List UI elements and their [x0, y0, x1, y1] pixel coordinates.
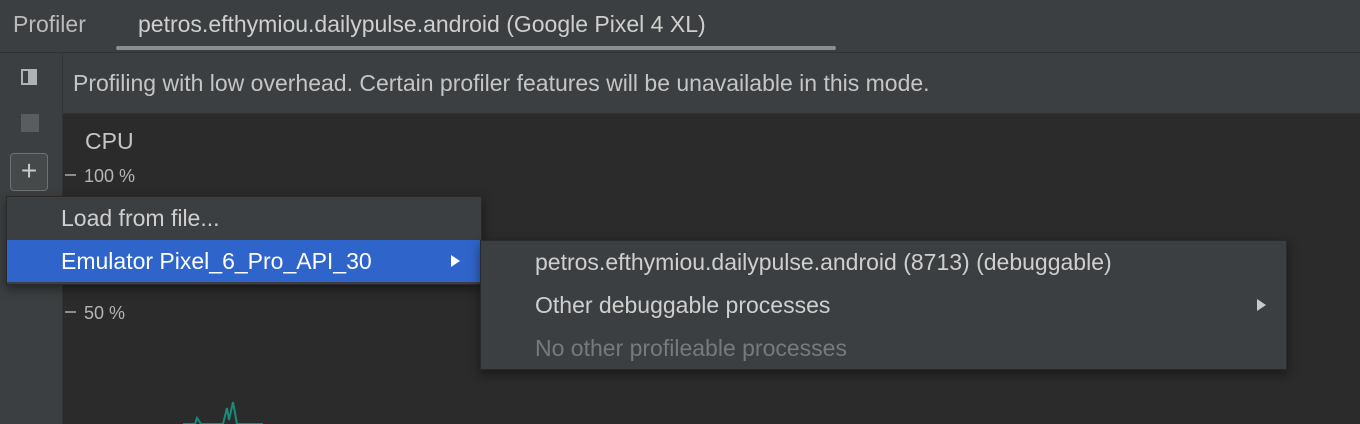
submenu-item-label: petros.efthymiou.dailypulse.android (871… [535, 249, 1112, 275]
start-new-session-button[interactable]: + [10, 153, 48, 191]
session-tab[interactable]: petros.efthymiou.dailypulse.android (Goo… [116, 0, 836, 50]
stop-session-button[interactable] [14, 107, 46, 139]
menu-item-label: Emulator Pixel_6_Pro_API_30 [61, 248, 372, 274]
menu-item-label: Load from file... [61, 205, 220, 231]
new-session-menu: Load from file... Emulator Pixel_6_Pro_A… [6, 196, 482, 285]
submenu-item-label: No other profileable processes [535, 335, 847, 361]
stop-icon [21, 114, 39, 132]
menu-item-load-from-file[interactable]: Load from file... [7, 197, 481, 239]
plus-icon: + [20, 155, 38, 186]
active-tab-indicator [116, 46, 836, 50]
tick-mark-50 [65, 311, 76, 313]
cpu-usage-graph [183, 401, 263, 424]
submenu-arrow-icon [1257, 299, 1266, 311]
profiler-window: Profiler petros.efthymiou.dailypulse.and… [0, 0, 1360, 424]
tick-label-100: 100 % [84, 166, 136, 186]
submenu-item-no-profileable: No other profileable processes [481, 327, 1286, 369]
toggle-sessions-panel-button[interactable] [14, 62, 46, 94]
process-submenu: petros.efthymiou.dailypulse.android (871… [480, 240, 1287, 370]
panel-toggle-icon [21, 69, 37, 85]
submenu-arrow-icon [451, 255, 460, 267]
tab-bar: Profiler petros.efthymiou.dailypulse.and… [0, 0, 1360, 53]
low-overhead-banner: Profiling with low overhead. Certain pro… [63, 53, 1360, 114]
session-tab-label: petros.efthymiou.dailypulse.android (Goo… [138, 11, 706, 37]
submenu-item-other-debuggable[interactable]: Other debuggable processes [481, 284, 1286, 326]
submenu-item-label: Other debuggable processes [535, 292, 831, 318]
banner-message: Profiling with low overhead. Certain pro… [73, 70, 930, 96]
tick-mark-100 [65, 174, 76, 176]
menu-item-emulator[interactable]: Emulator Pixel_6_Pro_API_30 [7, 240, 481, 282]
cpu-monitor-title: CPU [85, 128, 134, 154]
tick-label-50: 50 % [84, 303, 126, 323]
submenu-item-dailypulse-process[interactable]: petros.efthymiou.dailypulse.android (871… [481, 241, 1286, 283]
tool-window-title: Profiler [13, 11, 86, 37]
